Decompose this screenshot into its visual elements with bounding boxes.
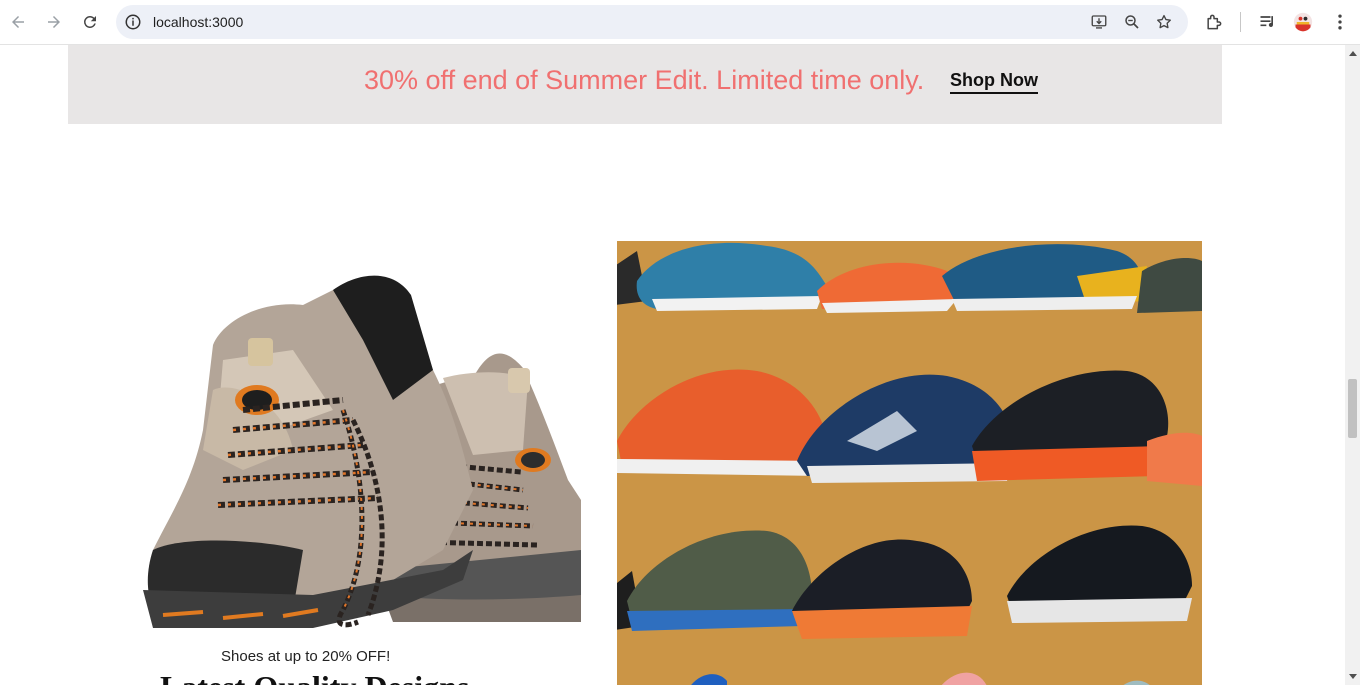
- page-scrollbar[interactable]: [1345, 45, 1360, 685]
- menu-dots-icon[interactable]: [1330, 12, 1350, 32]
- hiking-boots-image[interactable]: [143, 250, 581, 630]
- url-text[interactable]: localhost:3000: [153, 14, 243, 30]
- install-app-icon[interactable]: [1090, 13, 1108, 31]
- browser-toolbar: localhost:3000: [0, 0, 1360, 45]
- zoom-icon[interactable]: [1123, 13, 1141, 31]
- forward-icon: [48, 16, 60, 28]
- site-info-icon[interactable]: [124, 13, 142, 31]
- reload-icon: [83, 15, 96, 28]
- shop-now-link[interactable]: Shop Now: [950, 70, 1038, 94]
- promo-banner: 30% off end of Summer Edit. Limited time…: [68, 45, 1222, 124]
- back-button[interactable]: [6, 10, 30, 34]
- profile-avatar[interactable]: [1293, 12, 1313, 32]
- forward-button[interactable]: [42, 10, 66, 34]
- reload-button[interactable]: [78, 10, 102, 34]
- back-icon: [12, 16, 24, 28]
- address-bar[interactable]: localhost:3000: [116, 5, 1188, 39]
- promo-caption: Shoes at up to 20% OFF!: [221, 648, 391, 665]
- scroll-down-arrow[interactable]: [1349, 674, 1357, 679]
- scrollbar-thumb[interactable]: [1348, 379, 1357, 438]
- reading-list-icon[interactable]: [1258, 12, 1278, 32]
- scroll-up-arrow[interactable]: [1349, 51, 1357, 56]
- page-viewport: 30% off end of Summer Edit. Limited time…: [0, 45, 1345, 685]
- featured-heading: Latest Quality Designs: [160, 669, 469, 685]
- extensions-icon[interactable]: [1204, 12, 1224, 32]
- bookmark-star-icon[interactable]: [1155, 13, 1173, 31]
- toolbar-divider: [1240, 12, 1241, 32]
- promo-text: 30% off end of Summer Edit. Limited time…: [364, 65, 925, 95]
- sneakers-image[interactable]: [617, 241, 1202, 685]
